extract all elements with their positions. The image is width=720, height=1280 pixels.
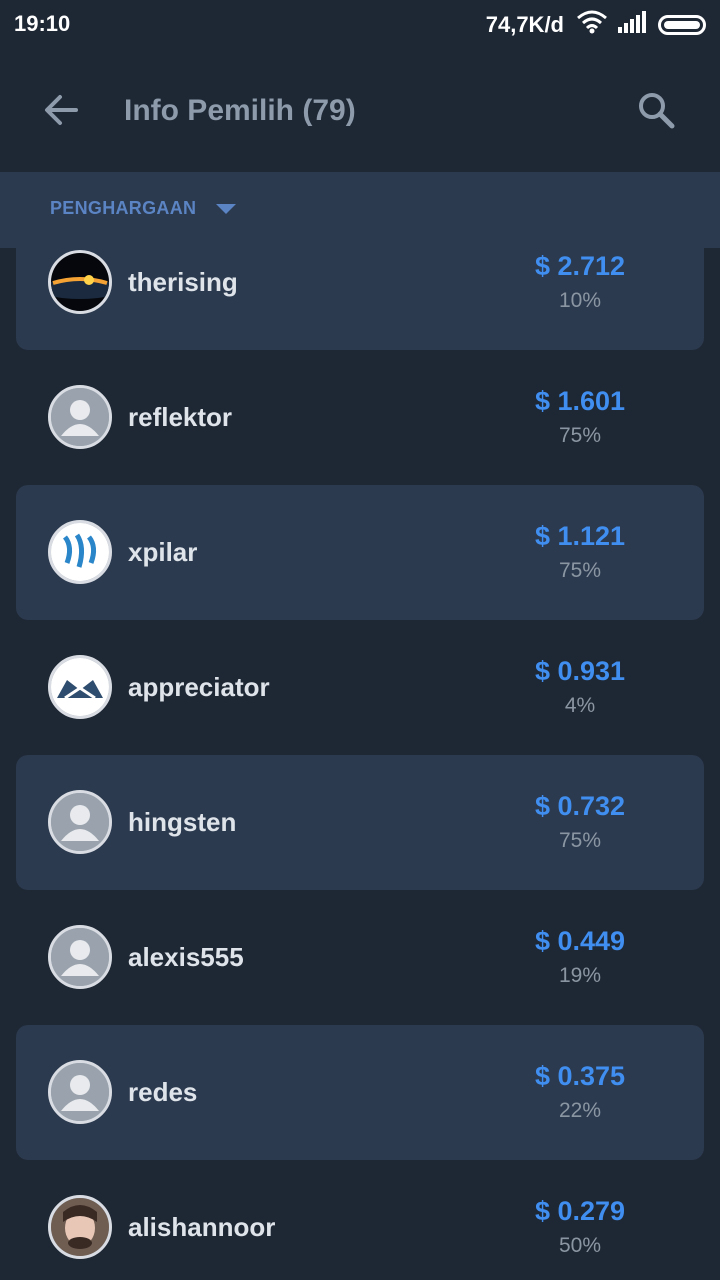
avatar[interactable] — [48, 250, 112, 314]
vote-percent: 50% — [558, 1234, 602, 1257]
payout-amount: $ 1.121 — [534, 521, 626, 551]
search-button[interactable] — [634, 88, 678, 132]
voter-username[interactable]: xpilar — [128, 537, 197, 568]
voter-row[interactable]: xpilar $ 1.121 75% — [16, 485, 704, 620]
sort-dropdown-label: PENGHARGAAN — [50, 198, 197, 218]
vote-percent: 4% — [564, 694, 596, 717]
avatar[interactable] — [48, 385, 112, 449]
arrow-left-icon — [45, 95, 78, 125]
payout-amount: $ 2.712 — [534, 251, 626, 281]
voter-row[interactable]: alexis555 $ 0.449 19% — [16, 890, 704, 1025]
voter-username[interactable]: appreciator — [128, 672, 270, 703]
payout-amount: $ 0.279 — [534, 1196, 626, 1226]
status-time: 19:10 — [14, 11, 71, 36]
voter-list[interactable]: therising $ 2.712 10% reflektor $ 1.601 75% xp… — [0, 248, 720, 1280]
avatar[interactable] — [48, 790, 112, 854]
filter-bar: PENGHARGAAN — [0, 172, 720, 248]
vote-percent: 75% — [558, 829, 602, 852]
voter-row[interactable]: reflektor $ 1.601 75% — [16, 350, 704, 485]
voter-username[interactable]: alishannoor — [128, 1212, 275, 1243]
payout-amount: $ 0.931 — [534, 656, 626, 686]
status-icons: 74,7K/d — [486, 10, 706, 40]
payout-amount: $ 0.732 — [534, 791, 626, 821]
signal-icon — [618, 11, 648, 39]
app-bar: Info Pemilih (79) — [0, 48, 720, 172]
voter-row[interactable]: alishannoor $ 0.279 50% — [16, 1160, 704, 1280]
back-button[interactable] — [40, 88, 84, 132]
avatar[interactable] — [48, 1195, 112, 1259]
avatar[interactable] — [48, 925, 112, 989]
voter-row[interactable]: hingsten $ 0.732 75% — [16, 755, 704, 890]
avatar[interactable] — [48, 655, 112, 719]
vote-percent: 75% — [558, 424, 602, 447]
voter-row[interactable]: redes $ 0.375 22% — [16, 1025, 704, 1160]
wifi-icon — [576, 10, 608, 40]
vote-percent: 10% — [558, 289, 602, 312]
sort-dropdown[interactable]: PENGHARGAAN — [50, 198, 237, 219]
avatar[interactable] — [48, 520, 112, 584]
voter-username[interactable]: hingsten — [128, 807, 236, 838]
voter-username[interactable]: alexis555 — [128, 942, 244, 973]
vote-percent: 19% — [558, 964, 602, 987]
battery-icon — [658, 15, 706, 35]
status-bar: 19:10 74,7K/d — [0, 0, 720, 48]
page-title: Info Pemilih (79) — [124, 94, 356, 127]
voter-username[interactable]: redes — [128, 1077, 197, 1108]
network-speed: 74,7K/d — [485, 12, 564, 37]
voter-row[interactable]: therising $ 2.712 10% — [16, 248, 704, 350]
vote-percent: 75% — [558, 559, 602, 582]
voter-username[interactable]: therising — [128, 267, 238, 298]
payout-amount: $ 0.375 — [534, 1061, 626, 1091]
search-icon — [639, 93, 675, 129]
voter-username[interactable]: reflektor — [128, 402, 232, 433]
caret-down-icon — [216, 203, 237, 214]
payout-amount: $ 0.449 — [534, 926, 626, 956]
avatar[interactable] — [48, 1060, 112, 1124]
voter-row[interactable]: appreciator $ 0.931 4% — [16, 620, 704, 755]
payout-amount: $ 1.601 — [534, 386, 626, 416]
vote-percent: 22% — [558, 1099, 602, 1122]
